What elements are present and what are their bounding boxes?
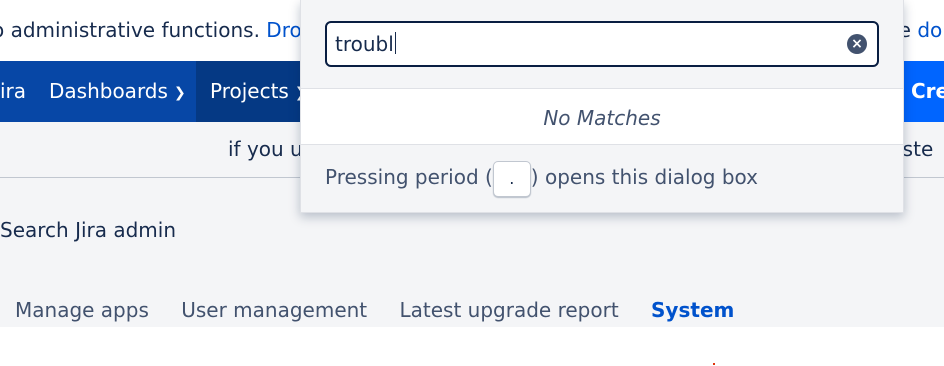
- create-button[interactable]: Cre: [902, 61, 944, 122]
- admin-search-dialog: troubl × No Matches Pressing period (.) …: [300, 0, 904, 213]
- search-input-value: troubl: [335, 32, 396, 56]
- dialog-search-area: troubl ×: [301, 0, 903, 89]
- tab-manage-apps[interactable]: Manage apps: [15, 298, 149, 322]
- stray-dot: [713, 363, 715, 365]
- admin-tabs: Manage apps User management Latest upgra…: [15, 298, 760, 322]
- text-caret: [394, 32, 396, 54]
- tab-user-management[interactable]: User management: [181, 298, 367, 322]
- clear-search-icon[interactable]: ×: [847, 34, 867, 54]
- search-input[interactable]: troubl ×: [325, 21, 879, 67]
- nav-projects-label: Projects: [210, 79, 289, 103]
- hint-text-after: ) opens this dialog box: [530, 165, 759, 189]
- search-jira-admin[interactable]: Search Jira admin: [0, 218, 176, 242]
- banner-right-link[interactable]: do: [917, 18, 942, 42]
- period-key-badge: .: [492, 160, 531, 197]
- dialog-hint: Pressing period (.) opens this dialog bo…: [301, 145, 903, 212]
- banner-text-before: o administrative functions.: [0, 18, 267, 42]
- brand-label: ira: [0, 79, 27, 103]
- banner-text: o administrative functions. Drop a: [0, 0, 333, 61]
- no-matches-message: No Matches: [301, 89, 903, 145]
- create-label: Cre: [911, 79, 944, 103]
- chevron-down-icon: ❯: [173, 85, 186, 101]
- hint-text-before: Pressing period (: [325, 165, 493, 189]
- nav-dashboards-label: Dashboards: [49, 79, 168, 103]
- search-value-text: troubl: [335, 32, 394, 56]
- tab-latest-upgrade-report[interactable]: Latest upgrade report: [400, 298, 619, 322]
- tab-system[interactable]: System: [651, 298, 734, 322]
- nav-dashboards[interactable]: Dashboards ❯: [35, 61, 200, 122]
